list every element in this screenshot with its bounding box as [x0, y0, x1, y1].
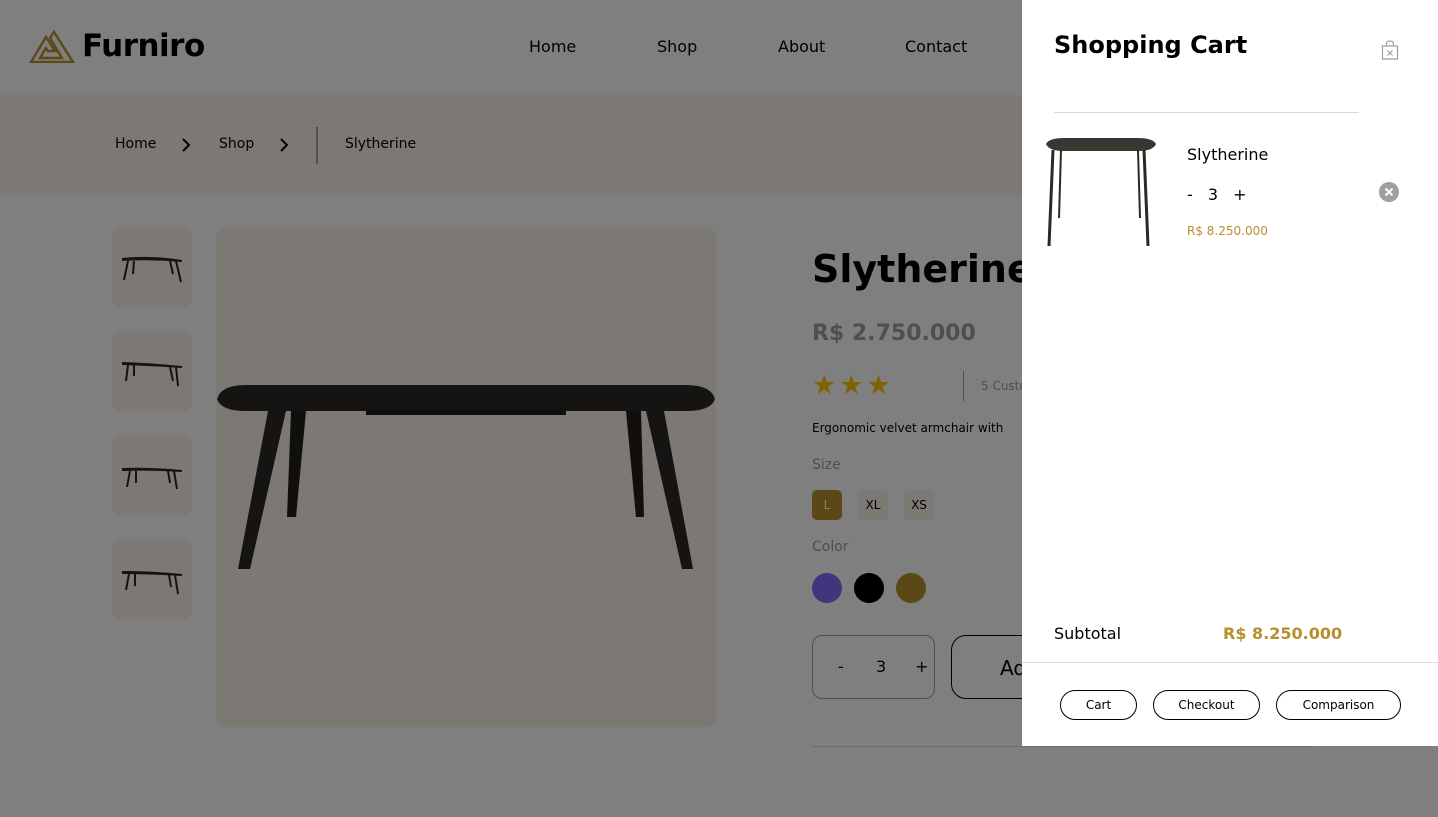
table-image	[1046, 138, 1156, 247]
cart-footer-divider	[1022, 662, 1438, 663]
checkout-button[interactable]: Checkout	[1153, 690, 1260, 720]
subtotal-label: Subtotal	[1054, 624, 1122, 643]
subtotal-value: R$ 8.250.000	[1223, 624, 1343, 643]
cart-button[interactable]: Cart	[1060, 690, 1137, 720]
remove-item-icon[interactable]	[1379, 182, 1399, 202]
comparison-button[interactable]: Comparison	[1276, 690, 1401, 720]
cart-item-quantity-stepper: - 3 +	[1187, 185, 1247, 204]
cart-increase-button[interactable]: +	[1233, 185, 1246, 204]
cart-decrease-button[interactable]: -	[1187, 185, 1193, 204]
shopping-cart-drawer: Shopping Cart Slytherine - 3 + R$ 8.250.…	[1022, 0, 1438, 746]
cart-divider	[1054, 112, 1359, 113]
cart-item-price: R$ 8.250.000	[1187, 224, 1268, 238]
bag-close-icon[interactable]	[1381, 40, 1399, 60]
cart-item-quantity: 3	[1207, 185, 1219, 204]
cart-item-image	[1044, 134, 1158, 248]
cart-title: Shopping Cart	[1054, 31, 1248, 59]
cart-item-name: Slytherine	[1187, 145, 1269, 164]
